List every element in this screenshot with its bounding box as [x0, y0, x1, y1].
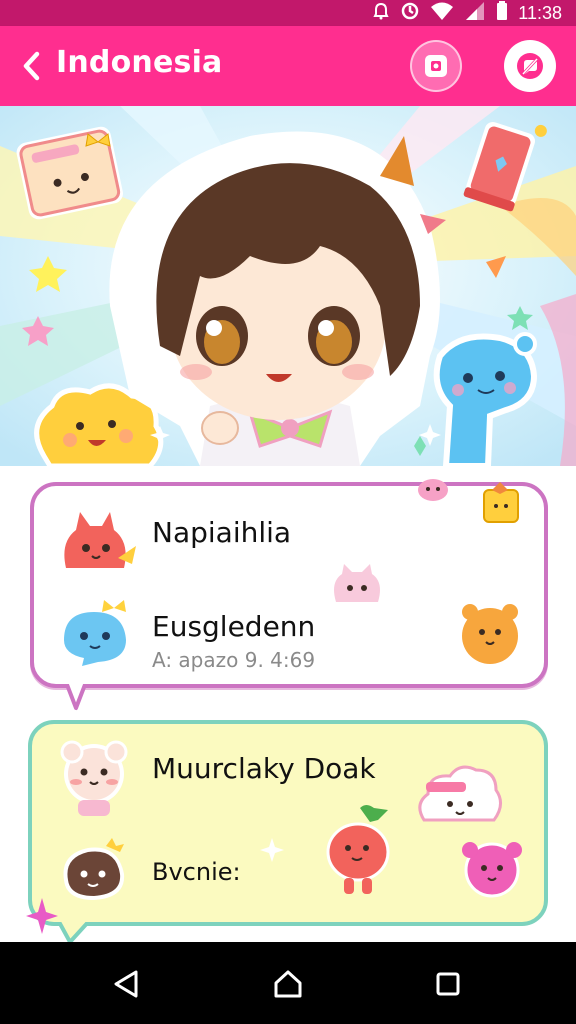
page-title: Indonesia — [56, 45, 223, 80]
whale-sticker — [54, 598, 140, 678]
clock: 11:38 — [518, 2, 562, 23]
signal-icon — [464, 1, 486, 25]
list-item-name: Bvcnie: — [152, 858, 241, 886]
list-item-subtitle: A: apazo 9. 4:69 — [152, 648, 316, 672]
orange-bear-sticker — [458, 600, 522, 672]
wifi-icon — [430, 1, 454, 25]
back-button[interactable] — [12, 46, 52, 86]
chat-button[interactable] — [504, 40, 556, 92]
cloud-face-sticker — [414, 760, 506, 840]
gift-sticker — [480, 480, 522, 530]
notification-icon — [372, 2, 390, 24]
chestnut-sticker — [58, 834, 130, 908]
app-bar: Indonesia — [0, 26, 576, 106]
status-bar: 11:38 — [0, 0, 576, 26]
fox-sticker — [52, 502, 138, 586]
list-item-name: Eusgledenn — [152, 610, 316, 643]
pink-face-sticker — [416, 476, 450, 506]
home-icon — [274, 970, 302, 998]
tomato-sticker — [322, 802, 402, 906]
nav-home-button[interactable] — [266, 962, 310, 1006]
list-item-name: Muurclaky Doak — [152, 752, 376, 785]
pink-cat-sticker — [330, 562, 384, 614]
chat-bubble-icon — [517, 53, 543, 79]
nav-recents-button[interactable] — [426, 962, 470, 1006]
camera-button[interactable] — [410, 40, 462, 92]
back-triangle-icon — [114, 970, 138, 998]
camera-icon — [425, 55, 447, 77]
chevron-left-icon — [23, 51, 40, 81]
pink-monster-sticker — [456, 832, 528, 906]
nav-back-button[interactable] — [104, 962, 148, 1006]
sparkle-icon — [26, 898, 58, 934]
sparkle-icon — [260, 838, 284, 862]
status-icons: 11:38 — [372, 1, 562, 25]
hero-banner — [0, 106, 576, 466]
battery-icon — [496, 1, 508, 25]
recents-icon — [436, 972, 460, 996]
navigation-bar — [0, 942, 576, 1024]
card-1-tail — [64, 682, 90, 710]
bear-sticker — [56, 736, 136, 824]
sync-icon — [400, 1, 420, 25]
list-item-name: Napiaihlia — [152, 516, 292, 549]
